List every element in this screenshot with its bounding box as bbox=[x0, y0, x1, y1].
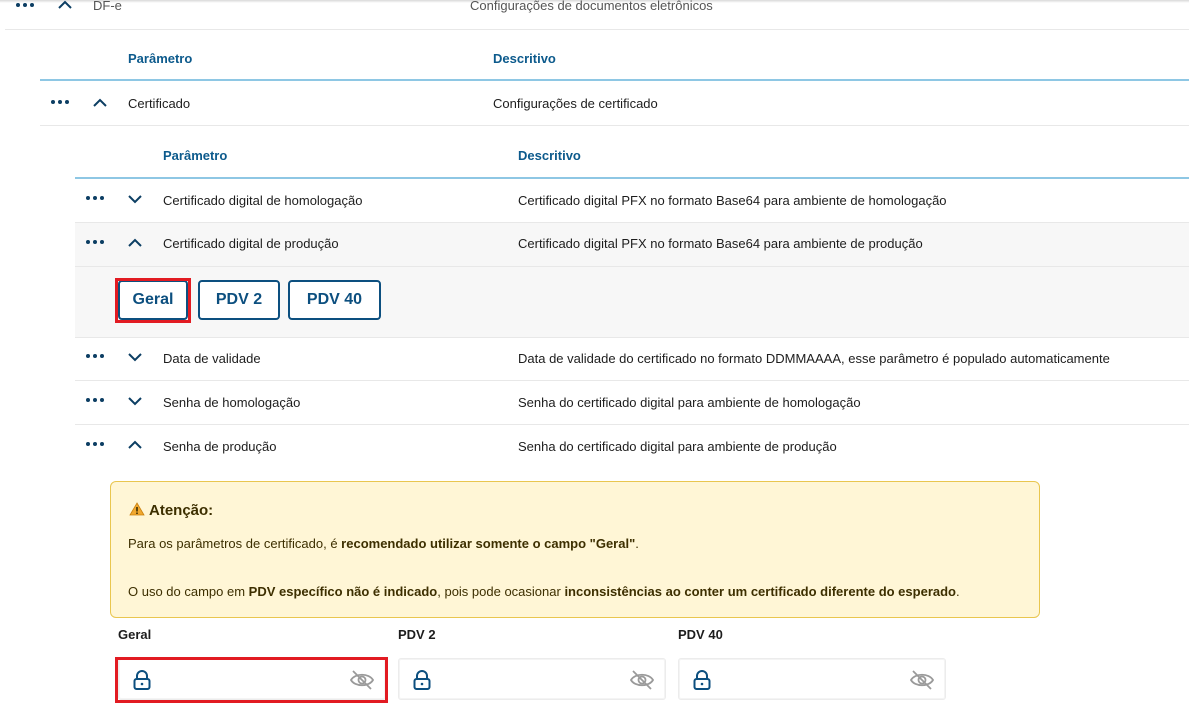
row-actions-menu-icon[interactable] bbox=[86, 234, 110, 250]
column-header-parametro: Parâmetro bbox=[128, 51, 193, 66]
row-actions-menu-icon[interactable] bbox=[86, 436, 110, 452]
password-input-pdv-2[interactable] bbox=[439, 667, 603, 693]
field-label-geral: Geral bbox=[118, 627, 152, 642]
row-actions-menu-icon[interactable] bbox=[51, 94, 75, 110]
eye-slash-icon[interactable] bbox=[909, 669, 935, 691]
param-description: Certificado digital PFX no formato Base6… bbox=[518, 193, 947, 208]
divider bbox=[75, 380, 1189, 381]
certificado-description: Configurações de certificado bbox=[493, 96, 658, 111]
row-actions-menu-icon[interactable] bbox=[86, 392, 110, 408]
param-name: Senha de produção bbox=[163, 439, 277, 454]
row-actions-menu-icon[interactable] bbox=[16, 0, 40, 13]
field-label-pdv-2: PDV 2 bbox=[398, 627, 436, 642]
param-description: Senha do certificado digital para ambien… bbox=[518, 439, 837, 454]
divider bbox=[75, 424, 1189, 425]
header-underline bbox=[75, 177, 1189, 179]
highlight-box bbox=[115, 657, 388, 703]
chevron-down-icon[interactable] bbox=[127, 393, 143, 409]
eye-slash-icon[interactable] bbox=[629, 669, 655, 691]
param-description: Certificado digital PFX no formato Base6… bbox=[518, 236, 923, 251]
param-name: Data de validade bbox=[163, 351, 261, 366]
lock-icon bbox=[413, 670, 431, 690]
alert-text: O uso do campo em bbox=[128, 584, 249, 599]
pdv-button-pdv-2[interactable]: PDV 2 bbox=[198, 280, 280, 320]
column-header-descritivo: Descritivo bbox=[493, 51, 556, 66]
chevron-up-icon[interactable] bbox=[57, 0, 73, 13]
alert-title-text: Atenção: bbox=[149, 502, 214, 519]
password-field-pdv-2[interactable] bbox=[398, 658, 666, 700]
highlight-box bbox=[115, 278, 191, 323]
row-actions-menu-icon[interactable] bbox=[86, 190, 110, 206]
password-field-pdv-40[interactable] bbox=[678, 658, 946, 700]
param-name: Certificado digital de homologação bbox=[163, 193, 363, 208]
chevron-down-icon[interactable] bbox=[127, 191, 143, 207]
chevron-down-icon[interactable] bbox=[127, 349, 143, 365]
alert-paragraph-1: Para os parâmetros de certificado, é rec… bbox=[128, 536, 639, 551]
password-input-pdv-40[interactable] bbox=[719, 667, 883, 693]
alert-emphasis: PDV específico não é indicado bbox=[248, 584, 438, 599]
df-e-name: DF-e bbox=[93, 0, 122, 13]
warning-icon bbox=[129, 502, 145, 516]
df-e-description: Configurações de documentos eletrônicos bbox=[470, 0, 713, 13]
param-description: Data de validade do certificado no forma… bbox=[518, 351, 1110, 366]
alert-text: . bbox=[635, 536, 639, 551]
column-header-parametro: Parâmetro bbox=[163, 148, 228, 163]
alert-paragraph-2: O uso do campo em PDV específico não é i… bbox=[128, 584, 960, 599]
param-description: Senha do certificado digital para ambien… bbox=[518, 395, 861, 410]
column-header-descritivo: Descritivo bbox=[518, 148, 581, 163]
param-name: Certificado digital de produção bbox=[163, 236, 339, 251]
field-label-pdv-40: PDV 40 bbox=[678, 627, 723, 642]
certificado-name: Certificado bbox=[128, 96, 191, 111]
divider bbox=[40, 125, 1189, 126]
alert-emphasis: recomendado utilizar somente o campo "Ge… bbox=[341, 536, 636, 551]
lock-icon bbox=[693, 670, 711, 690]
param-name: Senha de homologação bbox=[163, 395, 301, 410]
alert-text: , pois pode ocasionar bbox=[437, 584, 565, 599]
pdv-button-pdv-40[interactable]: PDV 40 bbox=[288, 280, 381, 320]
alert-emphasis: inconsistências ao conter um certificado… bbox=[564, 584, 956, 599]
alert-text: Para os parâmetros de certificado, é bbox=[128, 536, 342, 551]
chevron-up-icon[interactable] bbox=[127, 437, 143, 453]
chevron-up-icon[interactable] bbox=[127, 235, 143, 251]
alert-title: Atenção: bbox=[129, 502, 213, 519]
alert-text: . bbox=[956, 584, 960, 599]
divider bbox=[75, 266, 1189, 267]
row-actions-menu-icon[interactable] bbox=[86, 348, 110, 364]
chevron-up-icon[interactable] bbox=[92, 95, 108, 111]
divider bbox=[75, 337, 1189, 338]
header-underline bbox=[40, 79, 1189, 81]
divider bbox=[5, 29, 1189, 30]
warning-alert: Atenção: Para os parâmetros de certifica… bbox=[110, 481, 1040, 618]
